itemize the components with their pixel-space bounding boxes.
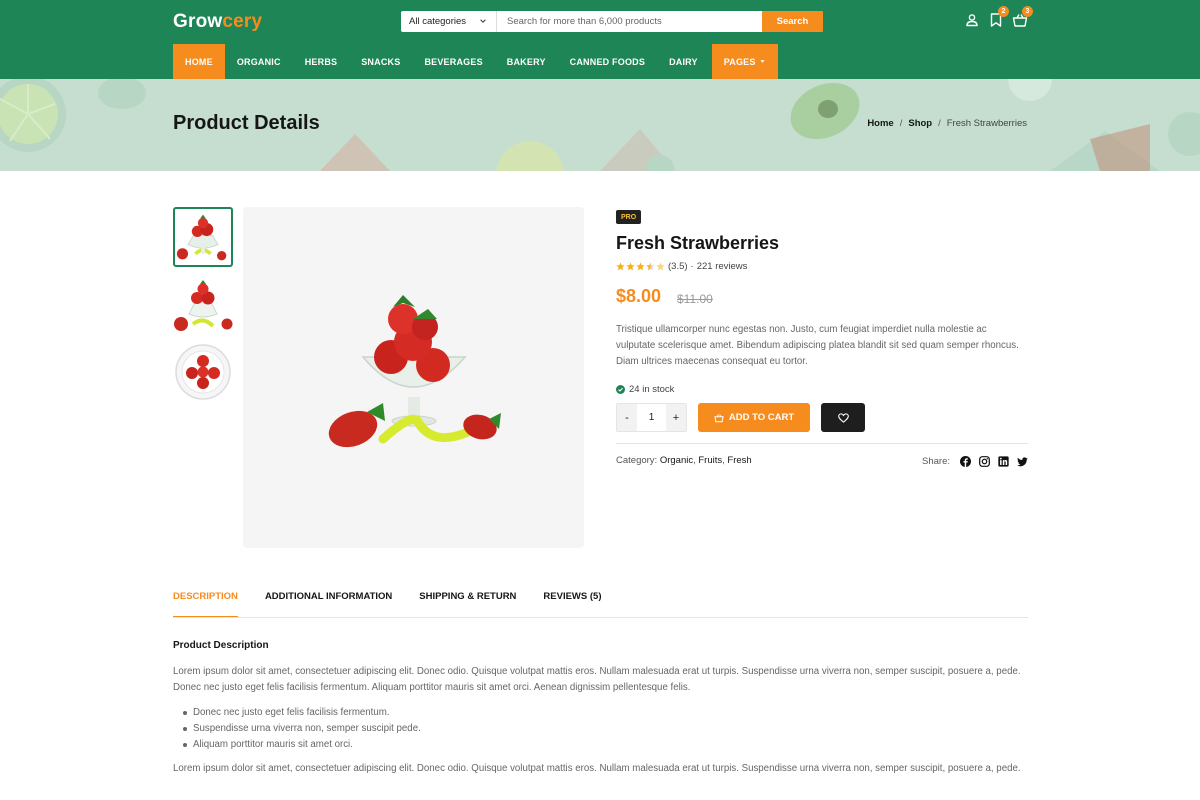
product-main-image[interactable] <box>243 207 584 548</box>
tab-shipping-return[interactable]: SHIPPING & RETURN <box>419 591 516 618</box>
list-item: Donec nec justo eget felis facilisis fer… <box>183 705 421 721</box>
product-rating[interactable]: (3.5) · 221 reviews <box>616 261 747 272</box>
description-paragraph-2: Lorem ipsum dolor sit amet, consectetuer… <box>173 763 1021 774</box>
search-bar: All categories Search <box>401 11 823 32</box>
nav-item-home[interactable]: HOME <box>173 44 225 79</box>
chevron-down-icon <box>480 19 486 23</box>
quantity-input[interactable]: 1 <box>637 404 666 431</box>
twitter-icon[interactable] <box>1017 456 1028 467</box>
strawberries-top-view-thumbnail-image <box>175 344 231 400</box>
cart-count-badge: 3 <box>1022 6 1033 17</box>
add-to-cart-button[interactable]: ADD TO CART <box>698 403 810 432</box>
wishlist-count-badge: 2 <box>998 6 1009 17</box>
strawberry-bowl-thumbnail-image <box>176 214 227 261</box>
breadcrumb-shop[interactable]: Shop <box>908 118 932 129</box>
category-link[interactable]: Organic <box>660 455 693 466</box>
nav-item-organic[interactable]: ORGANIC <box>225 44 293 79</box>
description-paragraph: Lorem ipsum dolor sit amet, consectetuer… <box>173 666 1021 693</box>
category-link[interactable]: Fresh <box>727 455 751 466</box>
add-to-wishlist-button[interactable] <box>821 403 865 432</box>
tab-description[interactable]: DESCRIPTION <box>173 591 238 618</box>
list-item: Aliquam porttitor mauris sit amet orci. <box>183 737 421 753</box>
product-thumbnail-1[interactable] <box>173 207 233 267</box>
star-icon <box>626 262 635 271</box>
breadcrumb-separator: / <box>899 118 903 129</box>
user-icon[interactable] <box>964 12 980 28</box>
product-thumbnail-3[interactable] <box>173 342 233 402</box>
star-icon <box>616 262 625 271</box>
nav-item-pages[interactable]: PAGES <box>711 44 778 79</box>
rating-stars <box>616 262 665 271</box>
breadcrumb: Home / Shop / Fresh Strawberries <box>867 118 1027 129</box>
heart-icon <box>837 412 849 423</box>
share-links: Share: <box>922 456 1028 467</box>
list-item: Suspendisse urna viverra non, semper sus… <box>183 721 421 737</box>
basket-icon <box>714 413 724 422</box>
rating-value: (3.5) <box>668 261 688 272</box>
star-empty-icon <box>656 262 665 271</box>
breadcrumb-separator: / <box>938 118 941 129</box>
quantity-stepper: - 1 + <box>616 403 687 432</box>
star-half-icon <box>646 262 655 271</box>
nav-item-bakery[interactable]: BAKERY <box>495 44 558 79</box>
product-price: $8.00 <box>616 286 662 306</box>
product-title: Fresh Strawberries <box>616 233 780 253</box>
tab-additional-information[interactable]: ADDITIONAL INFORMATION <box>265 591 392 618</box>
tab-reviews[interactable]: REVIEWS (5) <box>543 591 601 618</box>
star-icon <box>636 262 645 271</box>
check-circle-icon <box>616 385 625 394</box>
nav-item-beverages[interactable]: BEVERAGES <box>412 44 494 79</box>
page-title: Product Details <box>173 112 320 134</box>
stock-status: 24 in stock <box>616 384 674 395</box>
product-old-price: $11.00 <box>677 292 713 306</box>
nav-item-snacks[interactable]: SNACKS <box>349 44 412 79</box>
pro-badge: PRO <box>616 210 642 224</box>
nav-item-herbs[interactable]: HERBS <box>293 44 350 79</box>
quantity-decrease-button[interactable]: - <box>617 404 637 431</box>
category-link[interactable]: Fruits <box>698 455 722 466</box>
quantity-increase-button[interactable]: + <box>666 404 686 431</box>
review-count: 221 reviews <box>696 261 748 272</box>
strawberry-bowl-image <box>328 295 501 448</box>
product-thumbnail-2[interactable] <box>173 276 233 336</box>
product-short-description: Tristique ullamcorper nunc egestas non. … <box>616 324 1019 367</box>
facebook-icon[interactable] <box>960 456 971 467</box>
strawberry-bowl-side-thumbnail-image <box>174 280 233 331</box>
breadcrumb-current: Fresh Strawberries <box>946 118 1027 129</box>
caret-down-icon <box>759 60 765 63</box>
search-input[interactable] <box>497 11 762 32</box>
site-header: Growcery All categories Search 2 3 HOME … <box>0 0 1200 79</box>
linkedin-icon[interactable] <box>998 456 1009 467</box>
breadcrumb-home[interactable]: Home <box>867 118 893 129</box>
category-select[interactable]: All categories <box>401 11 497 32</box>
product-tabs: DESCRIPTION ADDITIONAL INFORMATION SHIPP… <box>173 591 628 618</box>
search-button[interactable]: Search <box>762 11 823 32</box>
tabs-divider <box>173 617 1028 618</box>
site-logo[interactable]: Growcery <box>173 11 262 33</box>
description-bullet-list: Donec nec justo eget felis facilisis fer… <box>183 705 421 753</box>
nav-item-dairy[interactable]: DAIRY <box>657 44 710 79</box>
description-heading: Product Description <box>173 640 269 651</box>
details-divider <box>616 443 1028 444</box>
main-nav: HOME ORGANIC HERBS SNACKS BEVERAGES BAKE… <box>173 44 778 79</box>
nav-item-canned-foods[interactable]: CANNED FOODS <box>558 44 657 79</box>
product-categories: Category: Organic, Fruits, Fresh <box>616 455 752 466</box>
rating-dot: · <box>690 261 694 272</box>
instagram-icon[interactable] <box>979 456 990 467</box>
